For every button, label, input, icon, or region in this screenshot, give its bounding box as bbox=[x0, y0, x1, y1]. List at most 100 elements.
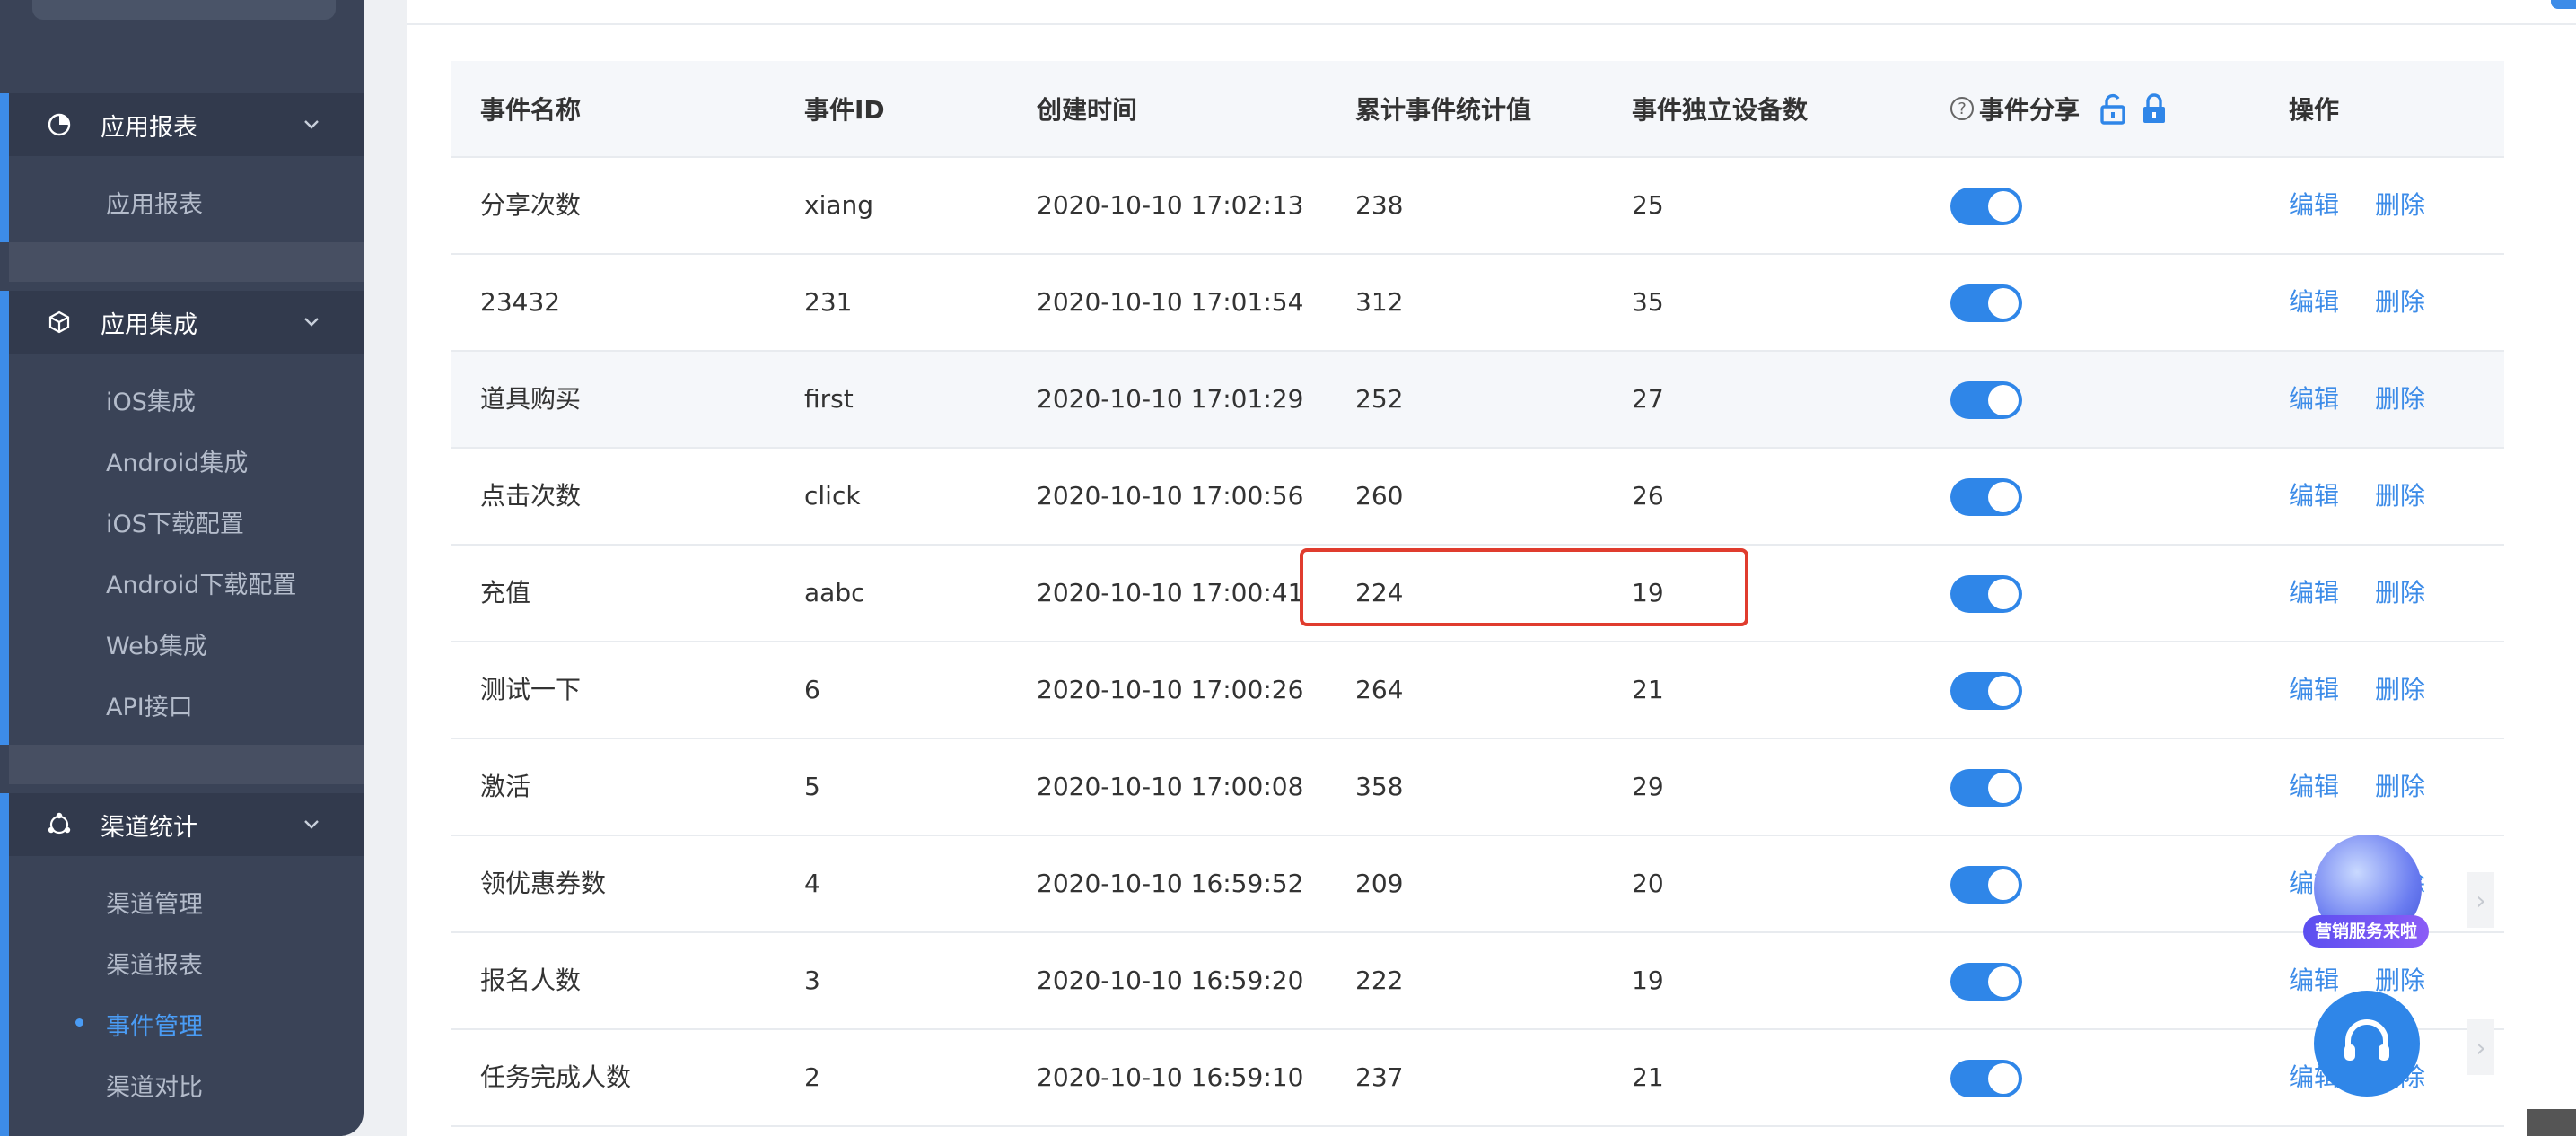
header-event-share-label: 事件分享 bbox=[1979, 95, 2081, 125]
share-toggle[interactable] bbox=[1950, 1060, 2022, 1097]
sidebar-item-web-integration[interactable]: Web集成 bbox=[106, 626, 207, 661]
table-row: 道具购买 first 2020-10-10 17:01:29 252 27 编辑 删除 bbox=[451, 352, 2504, 449]
cell-total-count: 358 bbox=[1355, 772, 1404, 801]
unlock-icon[interactable] bbox=[2099, 92, 2126, 125]
share-toggle[interactable] bbox=[1950, 963, 2022, 1001]
cell-event-name: 领优惠券数 bbox=[480, 869, 607, 898]
sidebar-item-ios-integration[interactable]: iOS集成 bbox=[106, 382, 196, 417]
cell-event-name: 23432 bbox=[480, 287, 561, 317]
share-toggle[interactable] bbox=[1950, 478, 2022, 516]
delete-link[interactable]: 删除 bbox=[2375, 158, 2425, 253]
cell-unique-devices: 35 bbox=[1632, 287, 1664, 317]
header-total-count: 累计事件统计值 bbox=[1355, 95, 1532, 125]
channel-icon bbox=[45, 810, 74, 839]
table-body: 分享次数 xiang 2020-10-10 17:02:13 238 25 编辑 删除 234… bbox=[451, 158, 2504, 1127]
share-toggle[interactable] bbox=[1950, 381, 2022, 419]
sidebar-item-event-management[interactable]: 事件管理 bbox=[106, 1007, 203, 1042]
cell-event-id: 5 bbox=[804, 772, 820, 801]
cell-unique-devices: 20 bbox=[1632, 869, 1664, 898]
cell-event-id: first bbox=[804, 384, 854, 414]
chevron-right-icon[interactable]: › bbox=[2467, 872, 2494, 928]
sidebar-accent-bar bbox=[0, 291, 9, 745]
cell-create-time: 2020-10-10 16:59:52 bbox=[1037, 869, 1304, 898]
sidebar-item-android-download-config[interactable]: Android下载配置 bbox=[106, 565, 296, 600]
customer-support-button[interactable] bbox=[2314, 991, 2420, 1097]
cell-create-time: 2020-10-10 16:59:20 bbox=[1037, 966, 1304, 995]
delete-link[interactable]: 删除 bbox=[2375, 449, 2425, 544]
share-toggle[interactable] bbox=[1950, 672, 2022, 710]
marketing-promo-widget[interactable]: 营销服务来啦 bbox=[2303, 835, 2434, 948]
cell-event-name: 分享次数 bbox=[480, 190, 582, 220]
cell-event-name: 道具购买 bbox=[480, 384, 582, 414]
header-event-id: 事件ID bbox=[804, 95, 885, 125]
cell-total-count: 222 bbox=[1355, 966, 1404, 995]
cell-total-count: 252 bbox=[1355, 384, 1404, 414]
sidebar-item-channel-management[interactable]: 渠道管理 bbox=[106, 885, 203, 920]
header-event-name: 事件名称 bbox=[480, 95, 582, 125]
cell-create-time: 2020-10-10 17:01:54 bbox=[1037, 287, 1304, 317]
cell-event-id: 6 bbox=[804, 675, 820, 704]
back-to-top-button[interactable] bbox=[2527, 1109, 2576, 1136]
sidebar-item-channel-compare[interactable]: 渠道对比 bbox=[106, 1068, 203, 1103]
share-toggle[interactable] bbox=[1950, 284, 2022, 322]
table-header: 事件名称 事件ID 创建时间 累计事件统计值 事件独立设备数 ? 事件分享 操作 bbox=[451, 61, 2504, 158]
delete-link[interactable]: 删除 bbox=[2375, 642, 2425, 738]
sidebar-top-item[interactable] bbox=[32, 0, 336, 20]
edit-link[interactable]: 编辑 bbox=[2289, 739, 2339, 835]
header-event-share: ? 事件分享 bbox=[1950, 91, 2168, 127]
sidebar-item-android-integration[interactable]: Android集成 bbox=[106, 443, 248, 478]
edit-link[interactable]: 编辑 bbox=[2289, 255, 2339, 350]
cell-unique-devices: 29 bbox=[1632, 772, 1664, 801]
chevron-right-icon[interactable]: › bbox=[2467, 1019, 2494, 1075]
sidebar-accent-bar bbox=[0, 793, 9, 1136]
cell-create-time: 2020-10-10 16:59:10 bbox=[1037, 1062, 1304, 1092]
sidebar-item-api[interactable]: API接口 bbox=[106, 687, 193, 722]
cell-total-count: 238 bbox=[1355, 190, 1404, 220]
share-toggle[interactable] bbox=[1950, 575, 2022, 613]
delete-link[interactable]: 删除 bbox=[2375, 352, 2425, 447]
lock-icon[interactable] bbox=[2141, 92, 2168, 125]
highlight-box bbox=[1300, 548, 1748, 626]
header-create-time: 创建时间 bbox=[1037, 95, 1138, 125]
cell-event-id: 4 bbox=[804, 869, 820, 898]
cell-event-name: 测试一下 bbox=[480, 675, 582, 704]
cell-unique-devices: 19 bbox=[1632, 966, 1664, 995]
cell-create-time: 2020-10-10 17:00:56 bbox=[1037, 481, 1304, 511]
edit-link[interactable]: 编辑 bbox=[2289, 546, 2339, 641]
table-row: 任务完成人数22020-10-10 16:59:1023721编辑删除 bbox=[451, 1030, 2504, 1127]
edit-link[interactable]: 编辑 bbox=[2289, 642, 2339, 738]
sidebar: 应用报表 应用报表 应用集成 iOS集成 Android集成 iOS下载配置 A… bbox=[0, 0, 364, 1136]
edit-link[interactable]: 编辑 bbox=[2289, 352, 2339, 447]
delete-link[interactable]: 删除 bbox=[2375, 739, 2425, 835]
delete-link[interactable]: 删除 bbox=[2375, 255, 2425, 350]
cell-event-name: 激活 bbox=[480, 772, 531, 801]
cell-event-id: aabc bbox=[804, 578, 865, 607]
sidebar-accent-bar bbox=[0, 156, 9, 242]
share-toggle[interactable] bbox=[1950, 769, 2022, 807]
edge-tab[interactable] bbox=[2551, 0, 2576, 9]
cell-event-id: 231 bbox=[804, 287, 853, 317]
chevron-down-icon bbox=[304, 820, 319, 829]
help-icon[interactable]: ? bbox=[1950, 97, 1974, 120]
sidebar-group-channel-stats[interactable]: 渠道统计 bbox=[9, 793, 364, 856]
share-toggle[interactable] bbox=[1950, 188, 2022, 225]
sidebar-separator bbox=[9, 745, 364, 784]
cell-create-time: 2020-10-10 17:00:26 bbox=[1037, 675, 1304, 704]
delete-link[interactable]: 删除 bbox=[2375, 546, 2425, 641]
cell-event-id: 2 bbox=[804, 1062, 820, 1092]
cell-create-time: 2020-10-10 17:00:08 bbox=[1037, 772, 1304, 801]
sidebar-item-channel-report[interactable]: 渠道报表 bbox=[106, 946, 203, 981]
table-row: 分享次数 xiang 2020-10-10 17:02:13 238 25 编辑 删除 bbox=[451, 158, 2504, 255]
sidebar-item-ios-download-config[interactable]: iOS下载配置 bbox=[106, 504, 244, 539]
sidebar-group-app-integration[interactable]: 应用集成 bbox=[9, 291, 364, 354]
cell-unique-devices: 27 bbox=[1632, 384, 1664, 414]
cell-total-count: 209 bbox=[1355, 869, 1404, 898]
table-row: 领优惠券数42020-10-10 16:59:5220920编辑删除 bbox=[451, 836, 2504, 933]
cell-total-count: 237 bbox=[1355, 1062, 1404, 1092]
cell-unique-devices: 25 bbox=[1632, 190, 1664, 220]
sidebar-group-app-report[interactable]: 应用报表 bbox=[9, 93, 364, 156]
edit-link[interactable]: 编辑 bbox=[2289, 158, 2339, 253]
share-toggle[interactable] bbox=[1950, 866, 2022, 904]
edit-link[interactable]: 编辑 bbox=[2289, 449, 2339, 544]
sidebar-item-app-report[interactable]: 应用报表 bbox=[106, 185, 203, 220]
